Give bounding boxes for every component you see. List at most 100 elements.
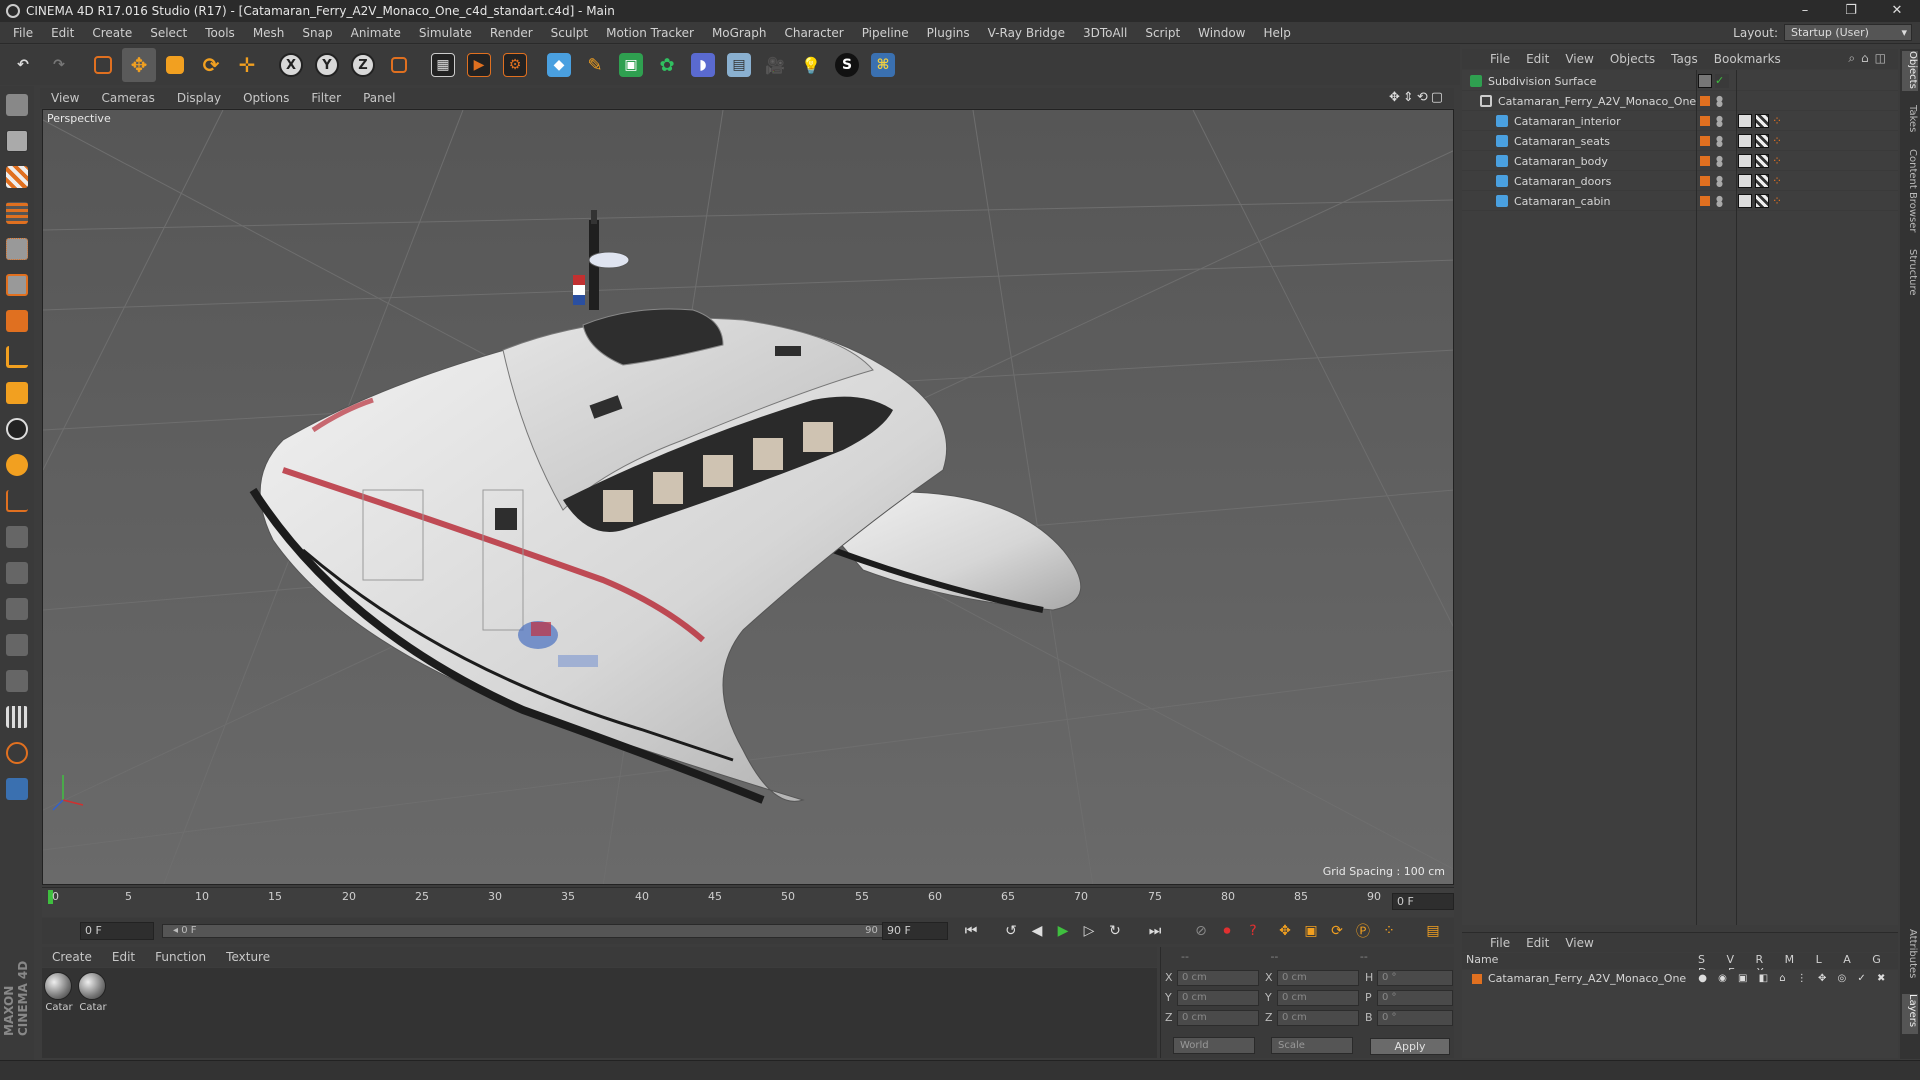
scale-tool-button[interactable]	[158, 48, 192, 82]
next-frame-button[interactable]: ▷	[1078, 921, 1100, 941]
layer-toggle-icons[interactable]: ● ◉ ▣ ◧ ⌂ ⋮ ✥ ◎ ✓ ✖	[1698, 973, 1889, 984]
texture-mode-button[interactable]	[2, 162, 32, 192]
points-mode-button[interactable]	[2, 234, 32, 264]
layout-dropdown[interactable]: Startup (User)	[1784, 24, 1912, 41]
menu-motion-tracker[interactable]: Motion Tracker	[597, 26, 703, 40]
visibility-dots-icon[interactable]: ● ●	[1716, 155, 1723, 168]
material-menu-texture[interactable]: Texture	[216, 950, 280, 964]
brush-tool-3[interactable]	[2, 594, 32, 624]
layer-color-swatch[interactable]	[1700, 116, 1710, 126]
lm-menu-file[interactable]: File	[1482, 936, 1518, 950]
grid-lock-button[interactable]	[2, 702, 32, 732]
om-column-divider[interactable]	[1736, 70, 1737, 925]
mograph-cloner-button[interactable]: ✿	[650, 48, 684, 82]
snap-button[interactable]	[2, 414, 32, 444]
material-menu-function[interactable]: Function	[145, 950, 216, 964]
previous-key-button[interactable]: ↺	[1000, 921, 1022, 941]
selection-tag-icon[interactable]: ⁘	[1772, 194, 1786, 208]
brush-tool-5[interactable]	[2, 666, 32, 696]
menu-render[interactable]: Render	[481, 26, 542, 40]
visibility-dots-icon[interactable]: ● ●	[1716, 195, 1723, 208]
perspective-viewport[interactable]: Perspective Grid Spacing : 100 cm	[42, 109, 1454, 885]
om-menu-file[interactable]: File	[1482, 52, 1518, 66]
tab-structure[interactable]: Structure	[1902, 249, 1918, 309]
vray-button[interactable]: S	[830, 48, 864, 82]
model-mode-button[interactable]	[2, 126, 32, 156]
selection-tag-icon[interactable]: ⁘	[1772, 174, 1786, 188]
move-tool-button[interactable]: ✥	[122, 48, 156, 82]
om-menu-tags[interactable]: Tags	[1663, 52, 1706, 66]
texture-tag-icon[interactable]	[1755, 114, 1769, 128]
menu-mesh[interactable]: Mesh	[244, 26, 294, 40]
layer-color-swatch[interactable]	[1700, 96, 1710, 106]
om-menu-view[interactable]: View	[1557, 52, 1601, 66]
keyframe-selection-button[interactable]: ?	[1242, 921, 1264, 941]
python-script-button[interactable]	[2, 774, 32, 804]
lm-menu-edit[interactable]: Edit	[1518, 936, 1557, 950]
menu-animate[interactable]: Animate	[342, 26, 410, 40]
redo-button[interactable]: ↷	[42, 48, 76, 82]
render-view-button[interactable]: ▦	[426, 48, 460, 82]
make-editable-button[interactable]	[2, 90, 32, 120]
z-axis-lock-button[interactable]: Z	[346, 48, 380, 82]
autokey-button[interactable]: ⏺	[1216, 921, 1238, 941]
end-frame-field[interactable]: 90 F	[882, 922, 948, 940]
brush-tool-4[interactable]	[2, 630, 32, 660]
viewport-menu-filter[interactable]: Filter	[300, 91, 352, 105]
go-to-end-button[interactable]: ⏭	[1144, 921, 1166, 941]
record-keys-button[interactable]: ⊘	[1190, 921, 1212, 941]
menu-script[interactable]: Script	[1136, 26, 1189, 40]
next-key-button[interactable]: ↻	[1104, 921, 1126, 941]
menu-tools[interactable]: Tools	[196, 26, 244, 40]
render-settings-button[interactable]: ⚙	[498, 48, 532, 82]
magnet-button[interactable]	[2, 450, 32, 480]
viewport-menu-display[interactable]: Display	[166, 91, 232, 105]
viewport-nav-icons[interactable]: ✥⇕⟲▢	[1389, 90, 1446, 105]
material-menu-edit[interactable]: Edit	[102, 950, 145, 964]
workplane-axis-button[interactable]	[2, 486, 32, 516]
spline-pen-button[interactable]: ✎	[578, 48, 612, 82]
om-menu-edit[interactable]: Edit	[1518, 52, 1557, 66]
position-keys-button[interactable]: ✥	[1274, 921, 1296, 941]
position-z-field[interactable]: 0 cm	[1177, 1009, 1259, 1026]
parameter-keys-button[interactable]: Ⓟ	[1352, 921, 1374, 941]
object-row[interactable]: Catamaran_Ferry_A2V_Monaco_One ● ●	[1462, 92, 1898, 111]
vray-tag-icon[interactable]	[1738, 114, 1752, 128]
selection-tag-icon[interactable]: ⁘	[1772, 154, 1786, 168]
visibility-dots-icon[interactable]: ● ●	[1716, 135, 1723, 148]
enable-check-icon[interactable]	[1698, 74, 1712, 88]
visibility-dots-icon[interactable]: ● ●	[1716, 95, 1723, 108]
layer-color-swatch[interactable]	[1472, 973, 1482, 984]
menu-plugins[interactable]: Plugins	[918, 26, 979, 40]
selection-tag-icon[interactable]: ⁘	[1772, 134, 1786, 148]
point-level-keys-button[interactable]: ⁘	[1378, 921, 1400, 941]
selection-tag-icon[interactable]: ⁘	[1772, 114, 1786, 128]
python-button[interactable]: ⌘	[866, 48, 900, 82]
material-swatch[interactable]: Catar	[44, 972, 74, 1013]
spiral-tool-button[interactable]	[2, 738, 32, 768]
start-frame-field[interactable]: 0 F	[80, 922, 154, 940]
layer-color-swatch[interactable]	[1700, 136, 1710, 146]
brush-tool-1[interactable]	[2, 522, 32, 552]
coordinate-space-dropdown[interactable]: World	[1173, 1037, 1255, 1054]
menu-window[interactable]: Window	[1189, 26, 1254, 40]
layer-row[interactable]: Catamaran_Ferry_A2V_Monaco_One ● ◉ ▣ ◧ ⌂…	[1472, 972, 1889, 985]
timeline-ruler[interactable]: 0 5 10 15 20 25 30 35 40 45 50 55 60 65 …	[42, 887, 1454, 917]
viewport-menu-view[interactable]: View	[40, 91, 90, 105]
coordinate-system-button[interactable]	[382, 48, 416, 82]
tab-objects[interactable]: Objects	[1902, 51, 1918, 91]
tab-attributes[interactable]: Attributes	[1902, 929, 1918, 989]
vray-tag-icon[interactable]	[1738, 154, 1752, 168]
rotation-keys-button[interactable]: ⟳	[1326, 921, 1348, 941]
rotation-h-field[interactable]: 0 °	[1377, 969, 1453, 986]
position-y-field[interactable]: 0 cm	[1177, 989, 1259, 1006]
layer-color-swatch[interactable]	[1700, 196, 1710, 206]
menu-character[interactable]: Character	[775, 26, 852, 40]
texture-tag-icon[interactable]	[1755, 194, 1769, 208]
lm-menu-view[interactable]: View	[1557, 936, 1601, 950]
previous-frame-button[interactable]: ◀	[1026, 921, 1048, 941]
camera-button[interactable]: 🎥	[758, 48, 792, 82]
object-row[interactable]: Catamaran_seats ● ● ⁘	[1462, 132, 1898, 151]
cube-object-button[interactable]: ◆	[542, 48, 576, 82]
coordinate-mode-dropdown[interactable]: Scale	[1271, 1037, 1353, 1054]
